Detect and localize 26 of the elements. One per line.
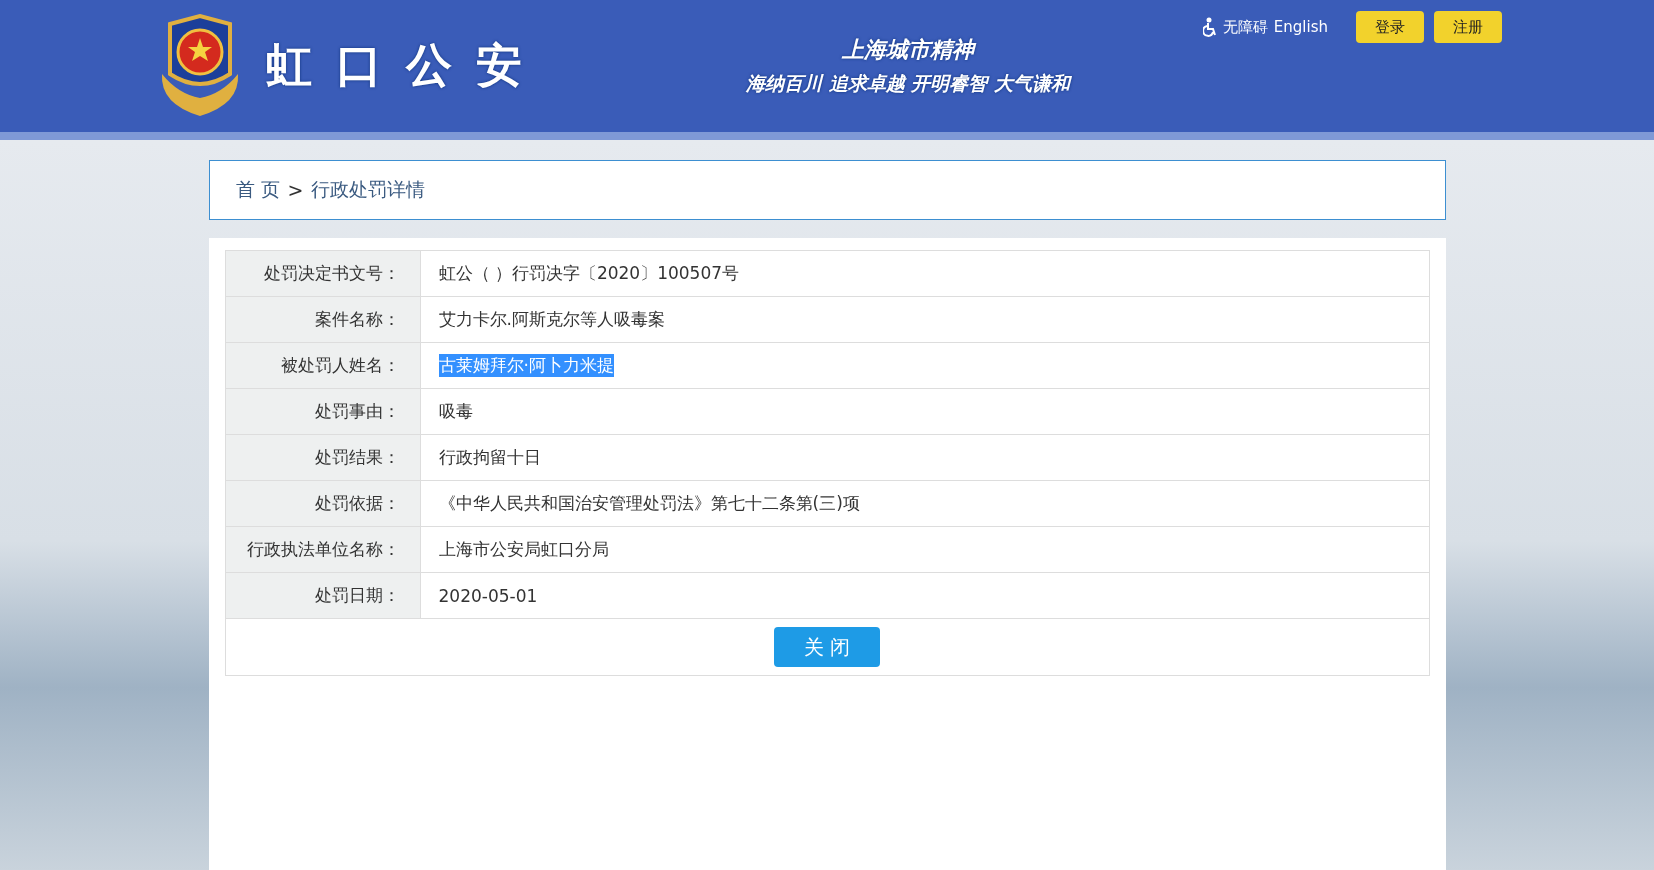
field-value: 吸毒 [438,400,473,423]
field-label: 处罚日期： [225,573,421,618]
accessibility-link[interactable]: 无障碍 [1222,17,1268,37]
field-label: 被处罚人姓名： [225,343,421,388]
field-label: 行政执法单位名称： [225,527,421,572]
register-button[interactable]: 注册 [1434,11,1502,43]
field-label: 处罚结果： [225,435,421,480]
field-value: 古莱姆拜尔·阿卜力米提 [438,354,614,377]
field-value: 2020-05-01 [438,585,538,606]
field-label: 处罚决定书文号： [225,251,421,296]
field-label: 处罚依据： [225,481,421,526]
field-label: 处罚事由： [225,389,421,434]
field-value: 艾力卡尔.阿斯克尔等人吸毒案 [438,308,665,331]
home-link[interactable]: 首 页 [235,177,280,203]
field-value: 上海市公安局虹口分局 [438,538,609,561]
field-value: 行政拘留十日 [438,446,541,469]
login-button[interactable]: 登录 [1356,11,1424,43]
slogan-text: 海纳百川 追求卓越 开明睿智 大气谦和 [746,71,1070,96]
current-page-link[interactable]: 行政处罚详情 [311,177,426,203]
field-value: 《中华人民共和国治安管理处罚法》第七十二条第(三)项 [438,492,860,515]
wheelchair-icon [1202,17,1217,37]
language-link[interactable]: English [1273,18,1328,36]
field-value: 虹公（ ）行罚决字〔2020〕100507号 [438,262,740,285]
breadcrumb-separator: > [287,179,304,201]
field-label: 案件名称： [225,297,421,342]
site-title: 虹口公安 [266,37,546,94]
